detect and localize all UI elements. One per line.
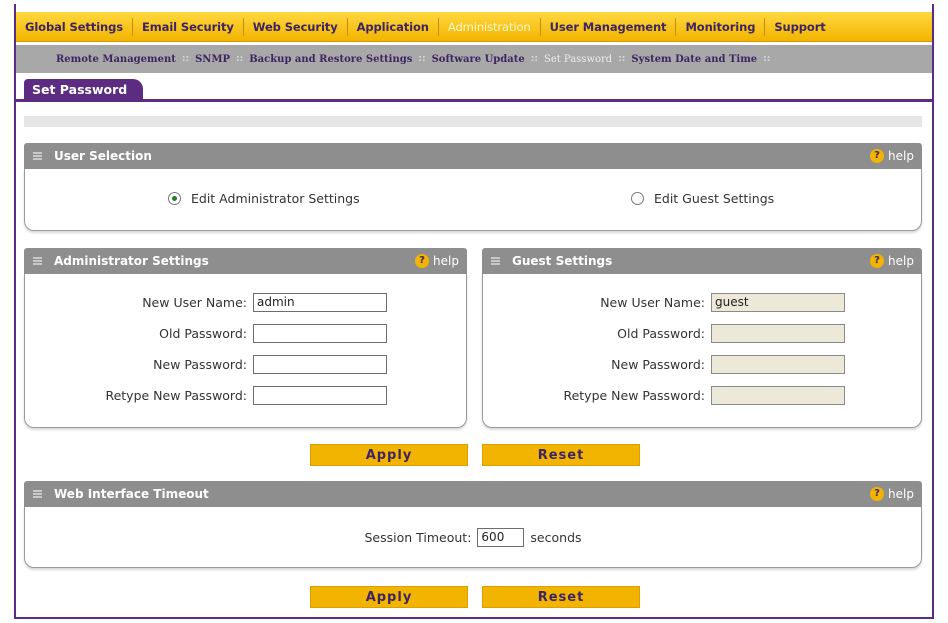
form-row: New Password:: [483, 353, 845, 375]
panel-header: Web Interface Timeout ? help: [24, 481, 922, 507]
reset-button[interactable]: Reset: [482, 586, 640, 608]
admin-radio-label: Edit Administrator Settings: [191, 191, 360, 206]
guest-old-password-field[interactable]: [711, 323, 845, 343]
subnav-separator: ::: [181, 54, 190, 64]
form-row: Retype New Password:: [483, 384, 845, 406]
field-label: Retype New Password:: [105, 387, 247, 403]
form-row: New User Name: guest: [483, 291, 845, 313]
subnav-software-update[interactable]: Software Update: [432, 54, 525, 65]
panel-header: User Selection ? help: [24, 143, 922, 169]
subnav-separator: ::: [763, 54, 771, 64]
form-row: Session Timeout: 600 seconds: [25, 526, 921, 548]
help-icon: ?: [870, 254, 885, 268]
timeout-unit: seconds: [530, 529, 582, 545]
nav-web-security[interactable]: Web Security: [244, 17, 348, 36]
message-bar: [24, 116, 922, 127]
panel-body: Edit Administrator Settings Edit Guest S…: [24, 169, 922, 231]
subnav-separator: ::: [530, 54, 538, 64]
subnav-remote-management[interactable]: Remote Management: [56, 54, 176, 65]
panel-body: Session Timeout: 600 seconds: [24, 507, 922, 568]
field-label: New Password:: [611, 356, 705, 372]
field-label: Old Password:: [159, 325, 247, 341]
subnav-backup-restore[interactable]: Backup and Restore Settings: [249, 54, 412, 65]
nav-application[interactable]: Application: [348, 17, 439, 36]
field-label: Retype New Password:: [563, 387, 705, 403]
admin-old-password-field[interactable]: [253, 323, 387, 343]
session-timeout-field[interactable]: 600: [477, 527, 525, 547]
grip-icon: [491, 257, 500, 265]
apply-button[interactable]: Apply: [310, 444, 468, 466]
panel-header: Guest Settings ? help: [482, 248, 922, 274]
help-link[interactable]: ? help: [870, 481, 914, 507]
guest-settings-panel: Guest Settings ? help New User Name: gue…: [482, 248, 922, 428]
form-row: Retype New Password:: [25, 384, 387, 406]
help-label: help: [888, 487, 914, 501]
admin-settings-panel: Administrator Settings ? help New User N…: [24, 248, 467, 428]
admin-new-password-field[interactable]: [253, 354, 387, 374]
guest-radio-option[interactable]: Edit Guest Settings: [631, 191, 774, 206]
panel-title: Guest Settings: [512, 254, 613, 268]
guest-new-password-field[interactable]: [711, 354, 845, 374]
panel-title: Web Interface Timeout: [54, 487, 209, 501]
help-icon: ?: [870, 149, 885, 163]
help-link[interactable]: ? help: [870, 248, 914, 274]
form-row: New User Name: admin: [25, 291, 387, 313]
field-label: New User Name:: [600, 294, 705, 310]
subnav-separator: ::: [618, 54, 626, 64]
help-label: help: [433, 254, 459, 268]
admin-radio[interactable]: [168, 192, 181, 205]
help-link[interactable]: ? help: [415, 248, 459, 274]
form-row: Old Password:: [25, 322, 387, 344]
panel-body: New User Name: guest Old Password: New P…: [482, 274, 922, 428]
help-link[interactable]: ? help: [870, 143, 914, 169]
grip-icon: [33, 257, 42, 265]
subnav-system-date-time[interactable]: System Date and Time: [631, 54, 757, 65]
nav-email-security[interactable]: Email Security: [133, 17, 244, 36]
subnav-separator: ::: [236, 54, 244, 64]
nav-administration[interactable]: Administration: [439, 17, 541, 36]
tab-underline: [16, 99, 932, 102]
field-label: New User Name:: [142, 294, 247, 310]
form-row: New Password:: [25, 353, 387, 375]
nav-support[interactable]: Support: [765, 18, 834, 36]
sub-nav: Remote Management :: SNMP :: Backup and …: [16, 45, 932, 73]
admin-radio-option[interactable]: Edit Administrator Settings: [168, 191, 360, 206]
panel-title: Administrator Settings: [54, 254, 209, 268]
grip-icon: [33, 152, 42, 160]
help-label: help: [888, 254, 914, 268]
nav-global-settings[interactable]: Global Settings: [16, 17, 134, 36]
field-label: Old Password:: [617, 325, 705, 341]
field-label: Session Timeout:: [364, 529, 472, 545]
field-label: New Password:: [153, 356, 247, 372]
top-nav: Global Settings Email Security Web Secur…: [16, 12, 932, 42]
guest-radio[interactable]: [631, 192, 644, 205]
apply-button[interactable]: Apply: [310, 586, 468, 608]
nav-user-management[interactable]: User Management: [541, 17, 677, 36]
help-icon: ?: [415, 254, 430, 268]
reset-button[interactable]: Reset: [482, 444, 640, 466]
admin-retype-password-field[interactable]: [253, 385, 387, 405]
panel-header: Administrator Settings ? help: [24, 248, 467, 274]
subnav-separator: ::: [418, 54, 426, 64]
user-selection-panel: User Selection ? help Edit Administrator…: [24, 143, 922, 231]
guest-retype-password-field[interactable]: [711, 385, 845, 405]
timeout-panel: Web Interface Timeout ? help Session Tim…: [24, 481, 922, 568]
panel-title: User Selection: [54, 149, 152, 163]
grip-icon: [33, 490, 42, 498]
admin-username-field[interactable]: admin: [253, 292, 387, 312]
form-row: Old Password:: [483, 322, 845, 344]
subnav-snmp[interactable]: SNMP: [195, 54, 230, 65]
guest-radio-label: Edit Guest Settings: [654, 191, 775, 206]
nav-monitoring[interactable]: Monitoring: [676, 17, 766, 36]
help-label: help: [888, 149, 914, 163]
help-icon: ?: [870, 487, 885, 501]
panel-body: New User Name: admin Old Password: New P…: [24, 274, 467, 428]
guest-username-field[interactable]: guest: [711, 292, 845, 312]
subnav-set-password[interactable]: Set Password: [544, 54, 612, 65]
